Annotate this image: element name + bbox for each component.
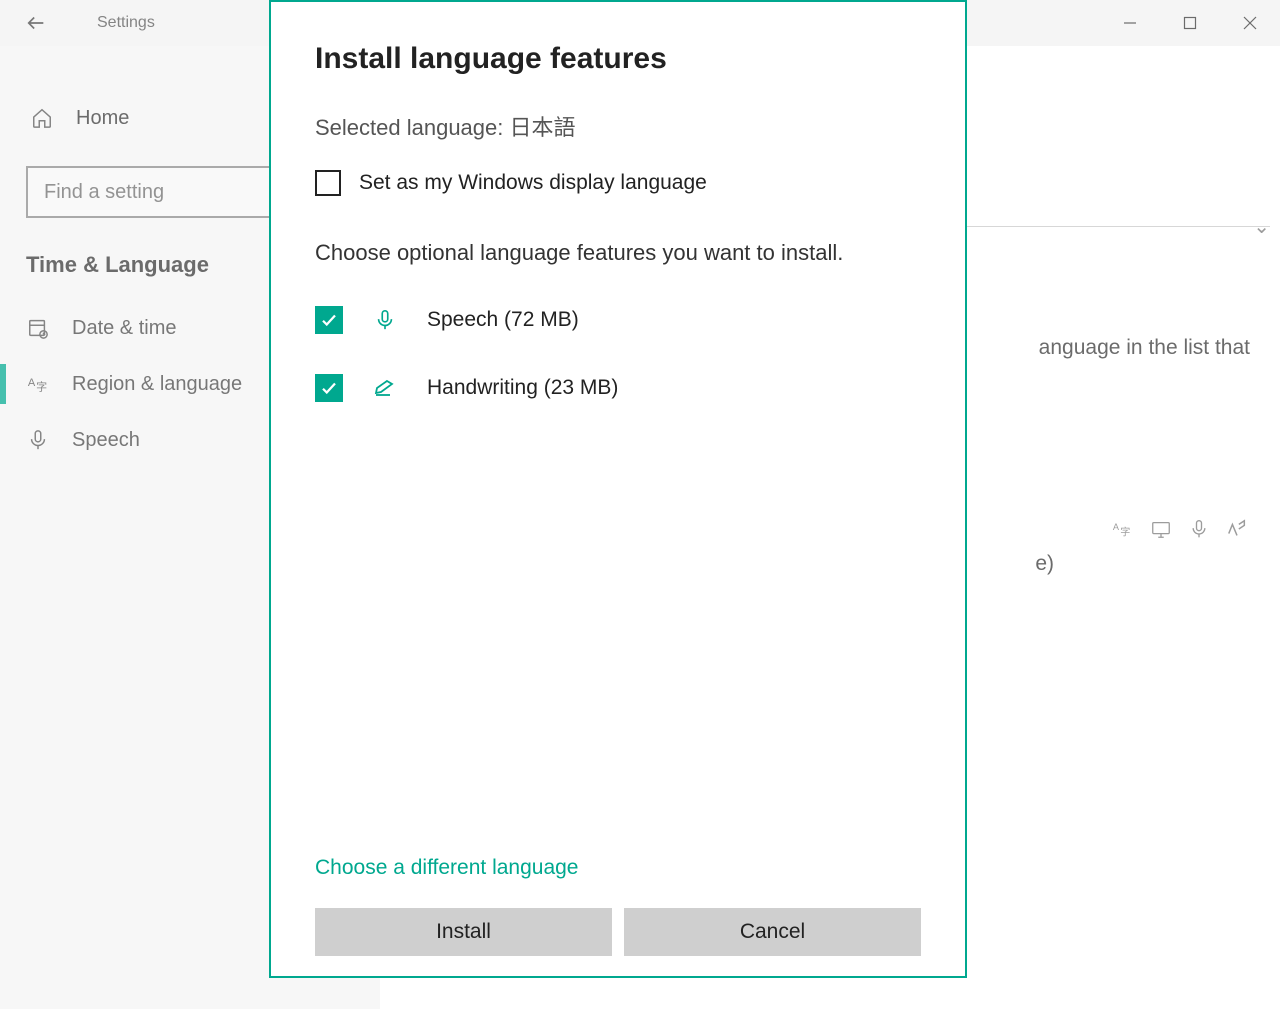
feature-handwriting-checkbox[interactable]: Handwriting (23 MB) xyxy=(315,374,921,402)
search-placeholder: Find a setting xyxy=(44,181,164,204)
install-button[interactable]: Install xyxy=(315,908,612,956)
microphone-icon xyxy=(1188,518,1210,540)
checkbox-unchecked-icon xyxy=(315,170,341,196)
window-title: Settings xyxy=(97,14,155,32)
set-display-language-label: Set as my Windows display language xyxy=(359,171,707,195)
handwriting-icon xyxy=(1226,518,1248,540)
display-icon xyxy=(1150,518,1172,540)
dialog-title: Install language features xyxy=(315,42,921,76)
maximize-button[interactable] xyxy=(1160,3,1220,43)
sidebar-item-label: Region & language xyxy=(72,373,242,396)
language-icon: A 字 xyxy=(26,372,50,396)
back-button[interactable] xyxy=(20,7,52,39)
set-display-language-checkbox[interactable]: Set as my Windows display language xyxy=(315,170,921,196)
microphone-icon xyxy=(373,307,397,333)
feature-label: Handwriting (23 MB) xyxy=(427,376,618,400)
chevron-icon: ⌄ xyxy=(1253,214,1270,239)
choose-different-language-link[interactable]: Choose a different language xyxy=(315,856,921,880)
home-icon xyxy=(30,106,54,130)
microphone-icon xyxy=(26,428,50,452)
feature-speech-checkbox[interactable]: Speech (72 MB) xyxy=(315,306,921,334)
close-button[interactable] xyxy=(1220,3,1280,43)
svg-text:字: 字 xyxy=(36,379,47,393)
home-label: Home xyxy=(76,107,129,130)
sidebar-item-label: Speech xyxy=(72,429,140,452)
calendar-icon xyxy=(26,316,50,340)
partial-text-2: e) xyxy=(1035,552,1054,576)
svg-text:A: A xyxy=(28,377,36,389)
language-icon: A 字 xyxy=(1112,518,1134,540)
partial-text: anguage in the list that xyxy=(1039,336,1250,360)
svg-text:字: 字 xyxy=(1120,525,1130,538)
feature-label: Speech (72 MB) xyxy=(427,308,579,332)
checkbox-checked-icon xyxy=(315,374,343,402)
minimize-button[interactable] xyxy=(1100,3,1160,43)
handwriting-icon xyxy=(373,376,397,400)
cancel-button[interactable]: Cancel xyxy=(624,908,921,956)
instruction-text: Choose optional language features you wa… xyxy=(315,240,921,266)
install-language-dialog: Install language features Selected langu… xyxy=(269,0,967,978)
selected-language: Selected language: 日本語 xyxy=(315,110,921,142)
checkbox-checked-icon xyxy=(315,306,343,334)
svg-text:A: A xyxy=(1113,522,1120,532)
sidebar-item-label: Date & time xyxy=(72,317,176,340)
language-pack-icons: A 字 xyxy=(1112,518,1248,540)
